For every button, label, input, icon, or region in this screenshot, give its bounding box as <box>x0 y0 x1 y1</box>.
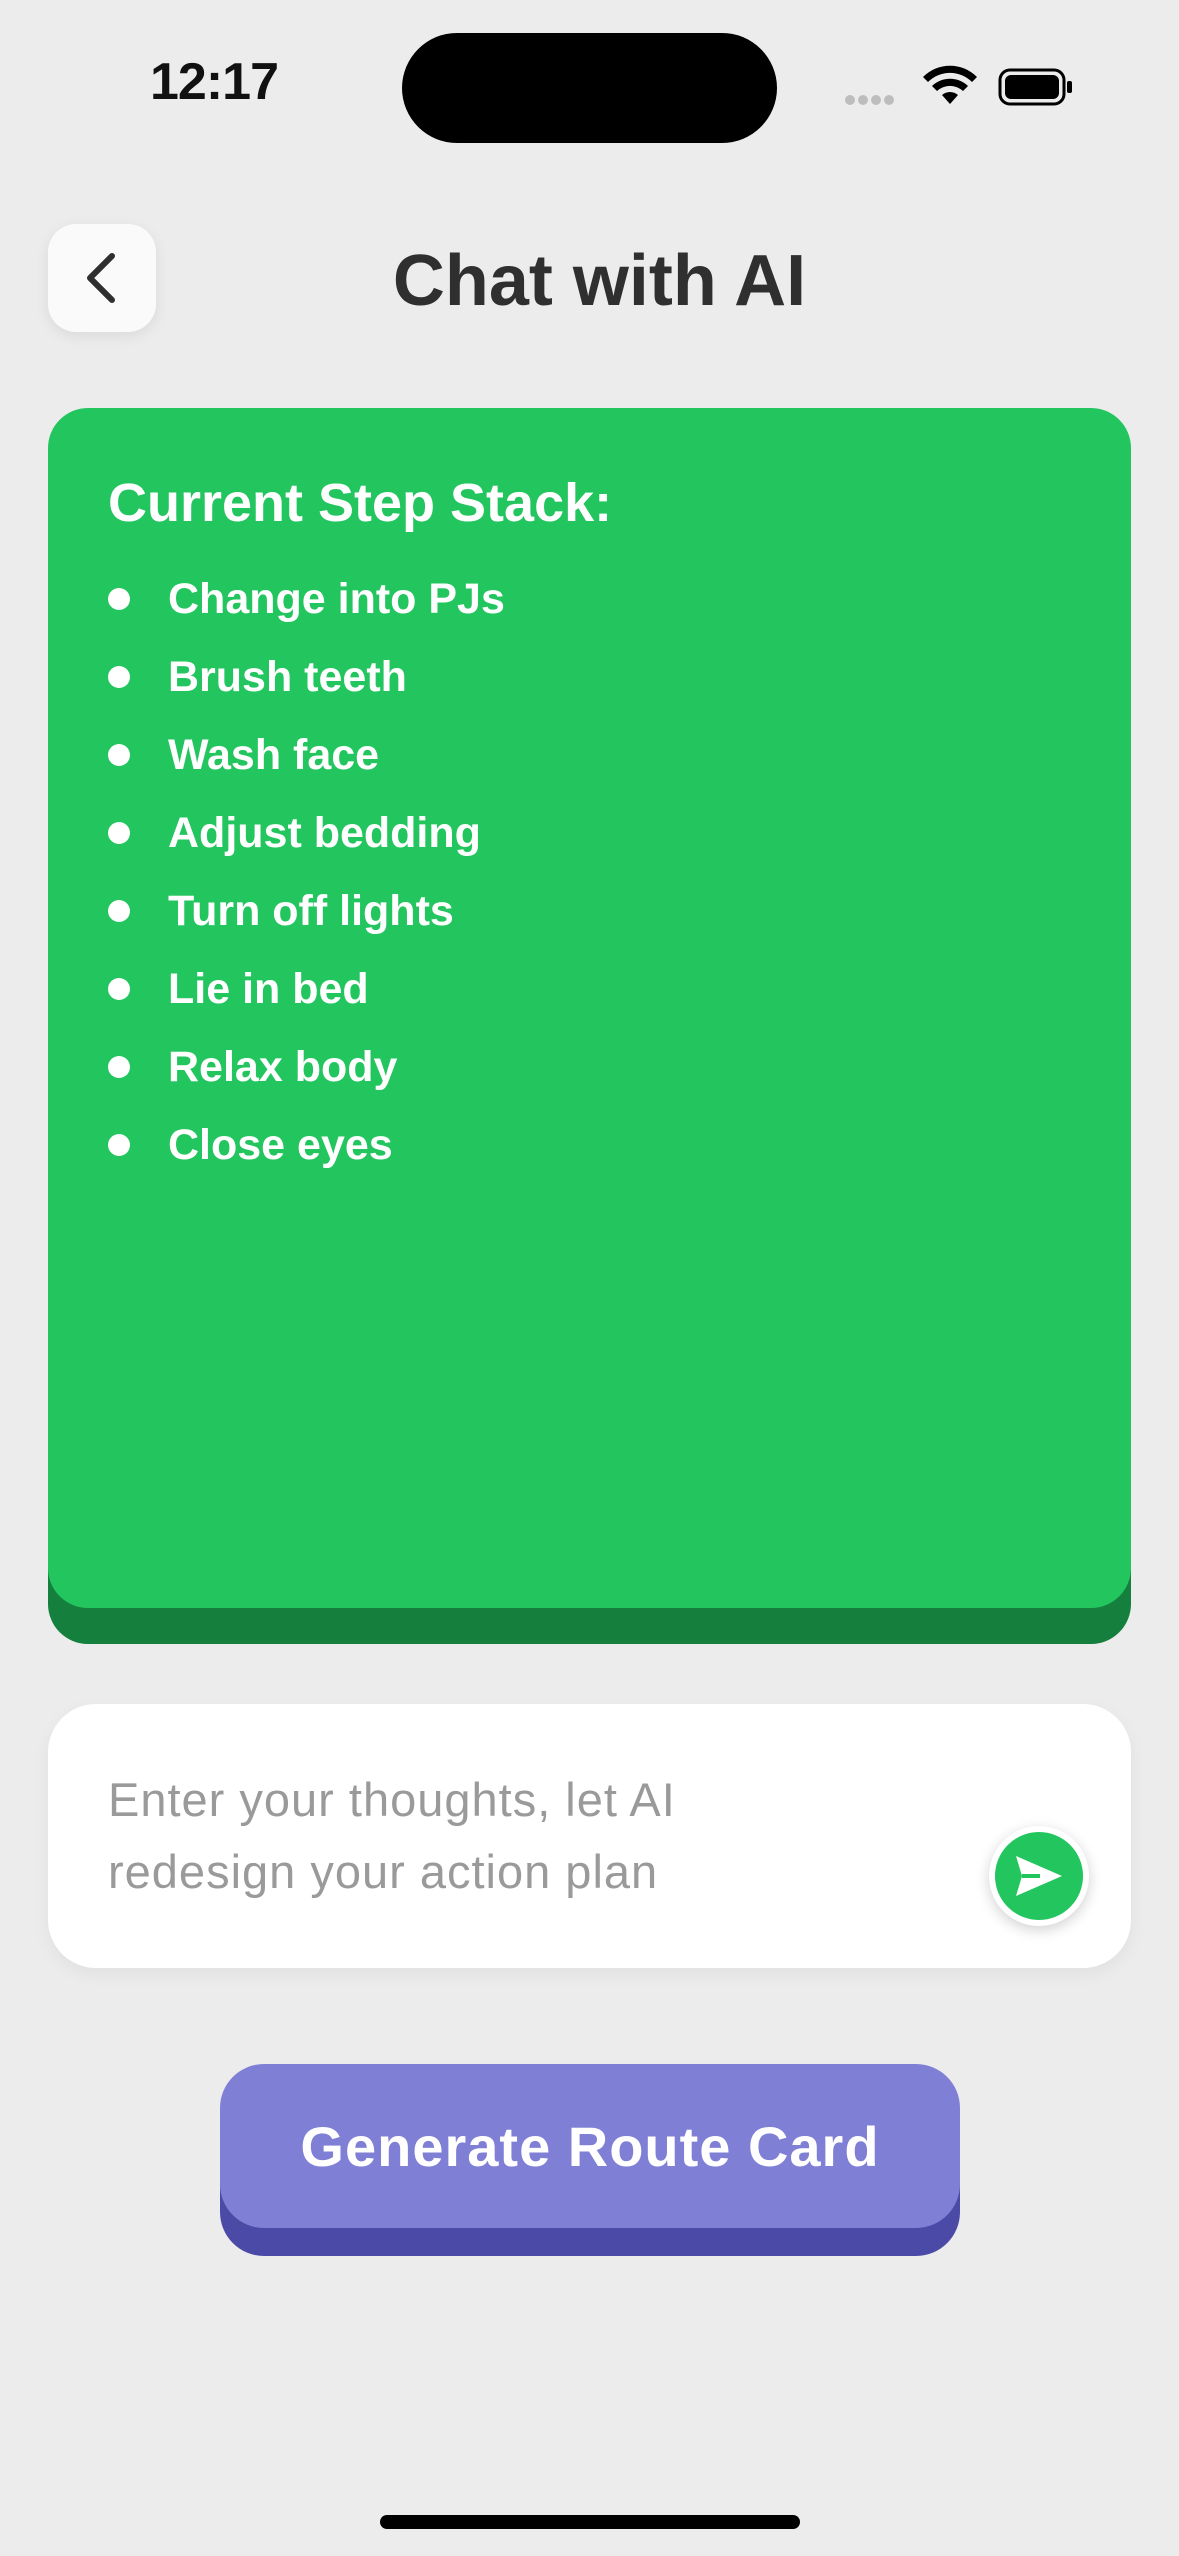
battery-icon <box>998 68 1072 106</box>
bullet-icon <box>108 1056 130 1078</box>
generate-route-card-button[interactable]: Generate Route Card <box>220 2064 960 2228</box>
step-label: Lie in bed <box>168 964 369 1013</box>
step-label: Wash face <box>168 730 380 779</box>
step-stack-card: Current Step Stack: Change into PJs Brus… <box>48 408 1131 1608</box>
step-item: Change into PJs <box>108 560 1071 638</box>
step-label: Relax body <box>168 1042 398 1091</box>
bullet-icon <box>108 744 130 766</box>
step-item: Lie in bed <box>108 950 1071 1028</box>
dynamic-island <box>402 33 777 143</box>
send-icon <box>1016 1856 1062 1896</box>
step-item: Turn off lights <box>108 872 1071 950</box>
wifi-icon <box>923 65 977 104</box>
step-label: Brush teeth <box>168 652 407 701</box>
screen: 12:17 Chat with AI Current Step Stack: C… <box>0 0 1179 2556</box>
step-stack-title: Current Step Stack: <box>108 473 613 533</box>
step-label: Adjust bedding <box>168 808 481 857</box>
home-indicator[interactable] <box>380 2515 800 2529</box>
step-item: Close eyes <box>108 1106 1071 1184</box>
cellular-signal-icon <box>845 92 897 110</box>
bullet-icon <box>108 822 130 844</box>
bullet-icon <box>108 978 130 1000</box>
step-label: Turn off lights <box>168 886 454 935</box>
bullet-icon <box>108 1134 130 1156</box>
step-item: Brush teeth <box>108 638 1071 716</box>
page-title: Chat with AI <box>392 241 807 321</box>
status-time: 12:17 <box>150 53 279 111</box>
chat-input-placeholder[interactable]: Enter your thoughts, let AI redesign you… <box>108 1764 868 1908</box>
step-list: Change into PJs Brush teeth Wash face Ad… <box>108 560 1071 1184</box>
bullet-icon <box>108 666 130 688</box>
chat-input-box[interactable]: Enter your thoughts, let AI redesign you… <box>48 1704 1131 1968</box>
step-label: Change into PJs <box>168 574 505 623</box>
step-label: Close eyes <box>168 1120 393 1169</box>
bullet-icon <box>108 900 130 922</box>
bullet-icon <box>108 588 130 610</box>
send-button[interactable] <box>989 1826 1089 1926</box>
step-item: Adjust bedding <box>108 794 1071 872</box>
step-item: Wash face <box>108 716 1071 794</box>
step-item: Relax body <box>108 1028 1071 1106</box>
